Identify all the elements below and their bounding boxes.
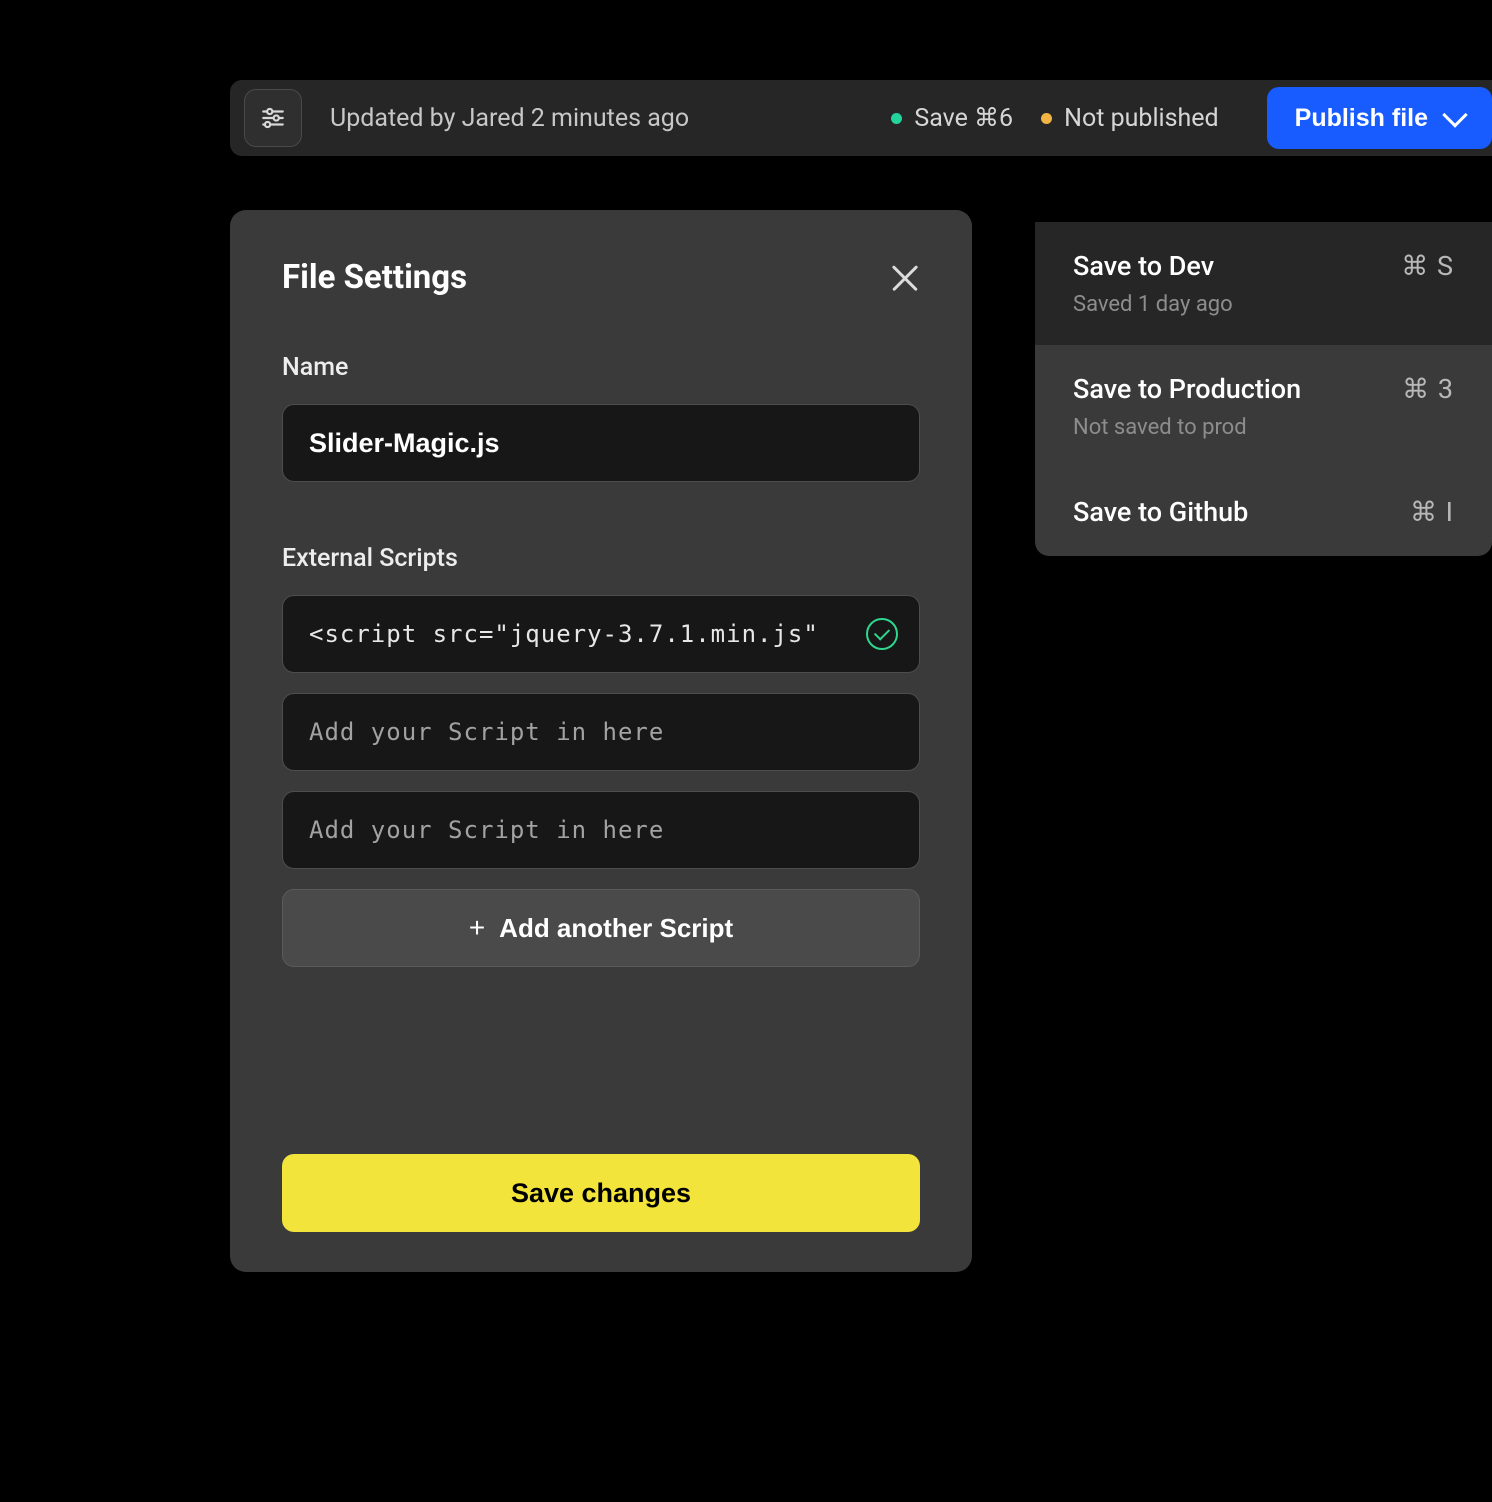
panel-title: File Settings — [282, 258, 467, 297]
publish-file-button[interactable]: Publish file — [1267, 87, 1492, 149]
save-status: Save ⌘6 — [891, 103, 1013, 133]
publish-file-label: Publish file — [1295, 104, 1428, 133]
plus-icon: + — [469, 912, 485, 944]
close-icon[interactable] — [890, 263, 920, 293]
status-dot-amber-icon — [1041, 113, 1052, 124]
script-row — [282, 791, 920, 869]
publish-dropdown: Save to Dev ⌘ S Saved 1 day ago Save to … — [1035, 222, 1492, 556]
check-circle-icon — [866, 618, 898, 650]
dropdown-item-sub: Saved 1 day ago — [1073, 292, 1454, 317]
add-script-button[interactable]: + Add another Script — [282, 889, 920, 967]
publish-status: Not published — [1041, 104, 1219, 133]
name-label: Name — [282, 353, 920, 382]
dropdown-shortcut: ⌘ I — [1410, 496, 1454, 528]
publish-status-label: Not published — [1064, 104, 1219, 133]
save-status-label: Save ⌘6 — [914, 103, 1013, 133]
script-row — [282, 595, 920, 673]
settings-sliders-icon[interactable] — [244, 89, 302, 147]
dropdown-item-sub: Not saved to prod — [1073, 415, 1454, 440]
script-row — [282, 693, 920, 771]
script-input-3[interactable] — [282, 791, 920, 869]
top-bar: Updated by Jared 2 minutes ago Save ⌘6 N… — [230, 80, 1492, 156]
script-input-1[interactable] — [282, 595, 920, 673]
external-scripts-label: External Scripts — [282, 544, 920, 573]
dropdown-item-save-dev[interactable]: Save to Dev ⌘ S Saved 1 day ago — [1035, 222, 1492, 345]
save-changes-button[interactable]: Save changes — [282, 1154, 920, 1232]
dropdown-item-title: Save to Production — [1073, 373, 1301, 405]
dropdown-item-save-github[interactable]: Save to Github ⌘ I — [1035, 468, 1492, 556]
chevron-down-icon — [1442, 102, 1467, 127]
add-script-label: Add another Script — [499, 913, 733, 944]
script-input-2[interactable] — [282, 693, 920, 771]
file-name-input[interactable] — [282, 404, 920, 482]
updated-by-text: Updated by Jared 2 minutes ago — [330, 104, 863, 133]
dropdown-item-title: Save to Github — [1073, 496, 1248, 528]
status-dot-green-icon — [891, 113, 902, 124]
dropdown-shortcut: ⌘ 3 — [1402, 373, 1454, 405]
dropdown-shortcut: ⌘ S — [1401, 250, 1454, 282]
dropdown-item-title: Save to Dev — [1073, 250, 1214, 282]
dropdown-item-save-prod[interactable]: Save to Production ⌘ 3 Not saved to prod — [1035, 345, 1492, 468]
file-settings-panel: File Settings Name External Scripts + Ad… — [230, 210, 972, 1272]
